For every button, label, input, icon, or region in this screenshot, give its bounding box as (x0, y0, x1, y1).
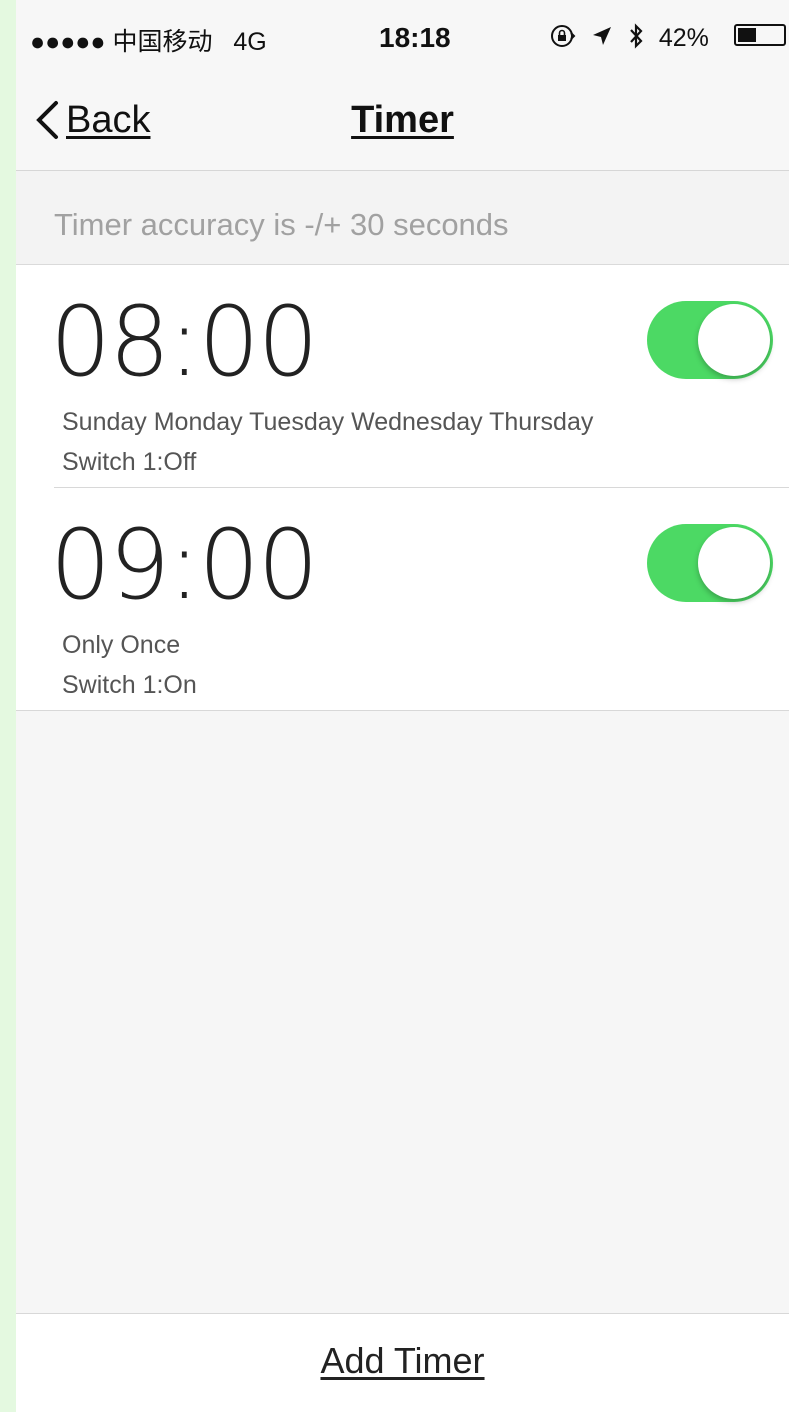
signal-dots: ●●●●● (30, 28, 106, 56)
carrier-name: 中国移动 (112, 28, 213, 56)
accuracy-hint-text: Timer accuracy is -/+ 30 seconds (54, 207, 509, 242)
navigation-bar: Back Timer (16, 78, 789, 171)
battery-icon (734, 24, 786, 46)
toggle-knob (698, 304, 770, 376)
battery-percent: 42% (658, 24, 709, 53)
page-title: Timer (351, 99, 454, 141)
carrier-info: ●●●●● 中国移动 4G (30, 22, 267, 58)
bluetooth-icon (628, 22, 644, 57)
battery-fill (738, 28, 757, 42)
status-icons: 42% (550, 22, 709, 57)
app-screen: ●●●●● 中国移动 4G 18:18 42% Back Timer Timer… (16, 0, 789, 1412)
timer-enable-toggle[interactable] (647, 524, 773, 602)
bottom-bar: Add Timer (16, 1313, 789, 1412)
timer-repeat-days: Sunday Monday Tuesday Wednesday Thursday (62, 408, 594, 436)
rotation-lock-icon (550, 23, 576, 56)
status-time: 18:18 (379, 22, 451, 53)
timer-action: Switch 1:On (62, 671, 197, 699)
timer-repeat-days: Only Once (62, 631, 181, 659)
toggle-knob (698, 527, 770, 599)
timer-time: 09:00 (50, 509, 319, 621)
network-type: 4G (233, 28, 267, 56)
timer-time: 08:00 (50, 286, 319, 398)
timer-row[interactable]: 09:00 Only Once Switch 1:On (50, 487, 789, 710)
timer-enable-toggle[interactable] (647, 301, 773, 379)
add-timer-button[interactable]: Add Timer (16, 1340, 789, 1382)
accuracy-hint: Timer accuracy is -/+ 30 seconds (16, 171, 789, 265)
timer-list: 08:00 Sunday Monday Tuesday Wednesday Th… (16, 265, 789, 711)
location-arrow-icon (591, 24, 613, 55)
timer-row[interactable]: 08:00 Sunday Monday Tuesday Wednesday Th… (16, 265, 789, 487)
status-bar: ●●●●● 中国移动 4G 18:18 42% (16, 0, 789, 78)
timer-action: Switch 1:Off (62, 448, 197, 476)
